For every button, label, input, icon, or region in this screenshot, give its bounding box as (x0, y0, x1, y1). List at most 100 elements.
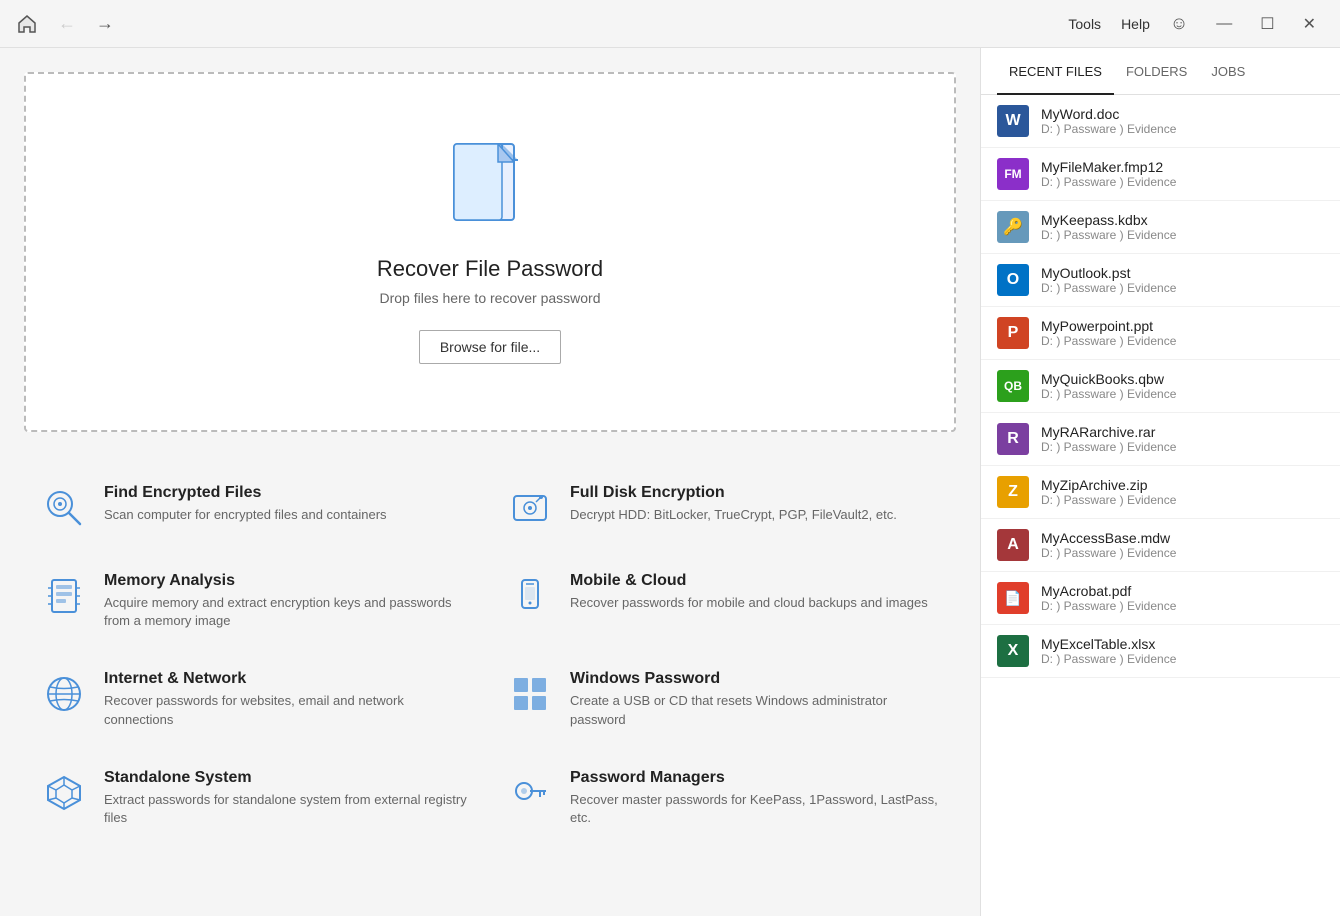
recent-file-path: D: ) Passware ) Evidence (1041, 652, 1176, 666)
help-menu[interactable]: Help (1121, 16, 1150, 32)
back-button[interactable]: ← (54, 9, 80, 38)
recent-file-name: MyAccessBase.mdw (1041, 530, 1176, 546)
tab-jobs[interactable]: JOBS (1199, 48, 1257, 95)
recent-file-name: MyQuickBooks.qbw (1041, 371, 1176, 387)
dropzone-title: Recover File Password (377, 256, 603, 282)
tab-recent-files[interactable]: RECENT FILES (997, 48, 1114, 95)
feature-memory-analysis[interactable]: Memory Analysis Acquire memory and extra… (24, 552, 490, 650)
recent-file-info: MyWord.doc D: ) Passware ) Evidence (1041, 106, 1176, 136)
home-button[interactable] (16, 13, 38, 35)
feature-internet-network[interactable]: Internet & Network Recover passwords for… (24, 650, 490, 748)
recent-item[interactable]: W MyWord.doc D: ) Passware ) Evidence (981, 95, 1340, 148)
smiley-icon: ☺ (1170, 13, 1188, 34)
forward-button[interactable]: → (92, 9, 118, 38)
full-disk-desc: Decrypt HDD: BitLocker, TrueCrypt, PGP, … (570, 506, 897, 524)
recent-file-path: D: ) Passware ) Evidence (1041, 599, 1176, 613)
internet-network-desc: Recover passwords for websites, email an… (104, 692, 474, 728)
recent-file-path: D: ) Passware ) Evidence (1041, 175, 1176, 189)
standalone-system-text: Standalone System Extract passwords for … (104, 769, 474, 827)
recent-file-name: MyPowerpoint.ppt (1041, 318, 1176, 334)
recent-file-info: MyOutlook.pst D: ) Passware ) Evidence (1041, 265, 1176, 295)
recent-file-name: MyWord.doc (1041, 106, 1176, 122)
tools-menu[interactable]: Tools (1068, 16, 1101, 32)
file-type-icon: X (997, 635, 1029, 667)
recent-file-name: MyRARarchive.rar (1041, 424, 1176, 440)
window-controls: — ☐ ✕ (1208, 10, 1324, 38)
windows-password-title: Windows Password (570, 670, 940, 688)
recent-file-name: MyOutlook.pst (1041, 265, 1176, 281)
tab-folders[interactable]: FOLDERS (1114, 48, 1199, 95)
recent-file-info: MyFileMaker.fmp12 D: ) Passware ) Eviden… (1041, 159, 1176, 189)
recent-file-info: MyAcrobat.pdf D: ) Passware ) Evidence (1041, 583, 1176, 613)
recent-file-name: MyAcrobat.pdf (1041, 583, 1176, 599)
feature-full-disk[interactable]: Full Disk Encryption Decrypt HDD: BitLoc… (490, 464, 956, 552)
memory-analysis-desc: Acquire memory and extract encryption ke… (104, 594, 474, 630)
recent-item[interactable]: A MyAccessBase.mdw D: ) Passware ) Evide… (981, 519, 1340, 572)
windows-password-icon (506, 670, 554, 718)
recent-item[interactable]: R MyRARarchive.rar D: ) Passware ) Evide… (981, 413, 1340, 466)
password-managers-title: Password Managers (570, 769, 940, 787)
standalone-system-desc: Extract passwords for standalone system … (104, 791, 474, 827)
internet-network-icon (40, 670, 88, 718)
recent-file-path: D: ) Passware ) Evidence (1041, 440, 1176, 454)
titlebar-left: ← → (16, 9, 118, 38)
recent-file-path: D: ) Passware ) Evidence (1041, 122, 1176, 136)
recent-file-name: MyKeepass.kdbx (1041, 212, 1176, 228)
internet-network-title: Internet & Network (104, 670, 474, 688)
recent-file-name: MyZipArchive.zip (1041, 477, 1176, 493)
recent-item[interactable]: QB MyQuickBooks.qbw D: ) Passware ) Evid… (981, 360, 1340, 413)
file-drop-icon (450, 140, 530, 236)
recent-file-path: D: ) Passware ) Evidence (1041, 546, 1176, 560)
file-type-icon: QB (997, 370, 1029, 402)
browse-button[interactable]: Browse for file... (419, 330, 561, 364)
full-disk-title: Full Disk Encryption (570, 484, 897, 502)
file-type-icon: W (997, 105, 1029, 137)
file-type-icon: P (997, 317, 1029, 349)
recent-file-info: MyZipArchive.zip D: ) Passware ) Evidenc… (1041, 477, 1176, 507)
recent-file-name: MyExcelTable.xlsx (1041, 636, 1176, 652)
internet-network-text: Internet & Network Recover passwords for… (104, 670, 474, 728)
recent-file-info: MyExcelTable.xlsx D: ) Passware ) Eviden… (1041, 636, 1176, 666)
file-type-icon: 🔑 (997, 211, 1029, 243)
close-button[interactable]: ✕ (1295, 10, 1324, 38)
find-encrypted-desc: Scan computer for encrypted files and co… (104, 506, 387, 524)
recent-item[interactable]: FM MyFileMaker.fmp12 D: ) Passware ) Evi… (981, 148, 1340, 201)
feature-standalone-system[interactable]: Standalone System Extract passwords for … (24, 749, 490, 847)
titlebar-right: Tools Help ☺ — ☐ ✕ (1068, 10, 1324, 38)
file-type-icon: Z (997, 476, 1029, 508)
memory-analysis-text: Memory Analysis Acquire memory and extra… (104, 572, 474, 630)
mobile-cloud-title: Mobile & Cloud (570, 572, 928, 590)
standalone-system-icon (40, 769, 88, 817)
recent-file-path: D: ) Passware ) Evidence (1041, 281, 1176, 295)
file-type-icon: R (997, 423, 1029, 455)
memory-analysis-title: Memory Analysis (104, 572, 474, 590)
find-encrypted-icon (40, 484, 88, 532)
dropzone-subtitle: Drop files here to recover password (380, 290, 601, 306)
feature-grid: Find Encrypted Files Scan computer for e… (24, 464, 956, 847)
standalone-system-title: Standalone System (104, 769, 474, 787)
recent-item[interactable]: 📄 MyAcrobat.pdf D: ) Passware ) Evidence (981, 572, 1340, 625)
windows-password-text: Windows Password Create a USB or CD that… (570, 670, 940, 728)
recent-file-info: MyKeepass.kdbx D: ) Passware ) Evidence (1041, 212, 1176, 242)
minimize-button[interactable]: — (1208, 10, 1240, 38)
recent-item[interactable]: X MyExcelTable.xlsx D: ) Passware ) Evid… (981, 625, 1340, 678)
full-disk-icon (506, 484, 554, 532)
feature-mobile-cloud[interactable]: Mobile & Cloud Recover passwords for mob… (490, 552, 956, 650)
recent-file-path: D: ) Passware ) Evidence (1041, 493, 1176, 507)
recent-item[interactable]: Z MyZipArchive.zip D: ) Passware ) Evide… (981, 466, 1340, 519)
mobile-cloud-desc: Recover passwords for mobile and cloud b… (570, 594, 928, 612)
main-layout: Recover File Password Drop files here to… (0, 48, 1340, 916)
recent-item[interactable]: O MyOutlook.pst D: ) Passware ) Evidence (981, 254, 1340, 307)
maximize-button[interactable]: ☐ (1252, 10, 1282, 38)
memory-analysis-icon (40, 572, 88, 620)
feature-find-encrypted[interactable]: Find Encrypted Files Scan computer for e… (24, 464, 490, 552)
recent-item[interactable]: P MyPowerpoint.ppt D: ) Passware ) Evide… (981, 307, 1340, 360)
feature-password-managers[interactable]: Password Managers Recover master passwor… (490, 749, 956, 847)
find-encrypted-text: Find Encrypted Files Scan computer for e… (104, 484, 387, 524)
drop-zone[interactable]: Recover File Password Drop files here to… (24, 72, 956, 432)
recent-item[interactable]: 🔑 MyKeepass.kdbx D: ) Passware ) Evidenc… (981, 201, 1340, 254)
file-type-icon: A (997, 529, 1029, 561)
feature-windows-password[interactable]: Windows Password Create a USB or CD that… (490, 650, 956, 748)
recent-file-info: MyPowerpoint.ppt D: ) Passware ) Evidenc… (1041, 318, 1176, 348)
recent-file-path: D: ) Passware ) Evidence (1041, 228, 1176, 242)
